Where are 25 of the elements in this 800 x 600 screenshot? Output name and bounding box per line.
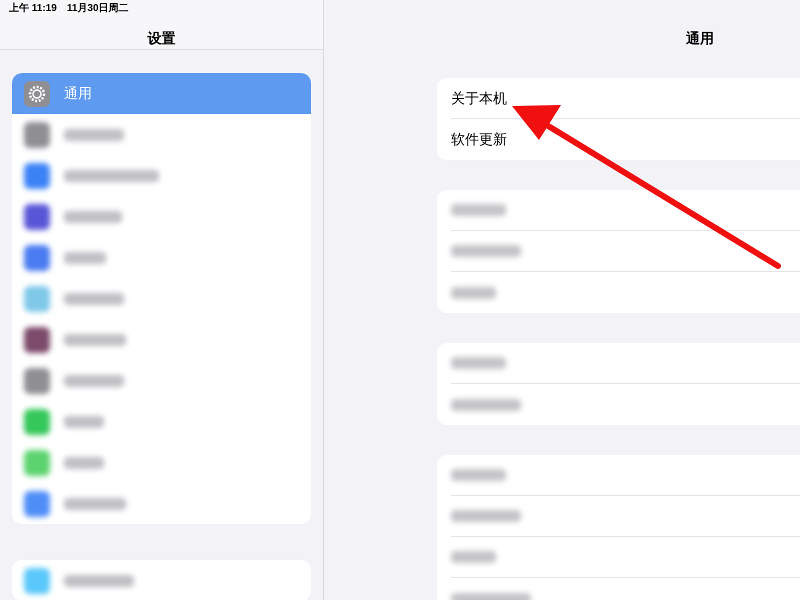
status-time: 上午 11:19 [9,2,57,16]
blurred-row-label [451,398,521,410]
blurred-row-label [451,245,521,257]
blurred-label [64,456,104,468]
blurred-label [64,416,104,428]
settings-row[interactable]: 软件更新 [451,119,800,160]
blurred-label [64,210,122,222]
blurred-row-label [451,286,496,298]
blurred-label [64,498,126,510]
gear-icon [24,80,50,106]
blurred-label [64,128,124,140]
blurred-row-label [451,204,506,216]
sidebar-item-label: 通用 [64,84,92,103]
blurred-row-label [451,510,521,522]
detail-title: 通用 [686,30,714,46]
blurred-row-label [451,551,496,563]
blurred-label [64,574,134,586]
blurred-label [64,374,124,386]
blurred-label [64,334,126,346]
status-date: 11月30日周二 [66,2,129,16]
blurred-row-label [451,357,506,369]
blurred-label [64,252,106,264]
blurred-label [64,292,124,304]
blurred-row-label [451,469,506,481]
sidebar-title: 设置 [146,29,176,48]
